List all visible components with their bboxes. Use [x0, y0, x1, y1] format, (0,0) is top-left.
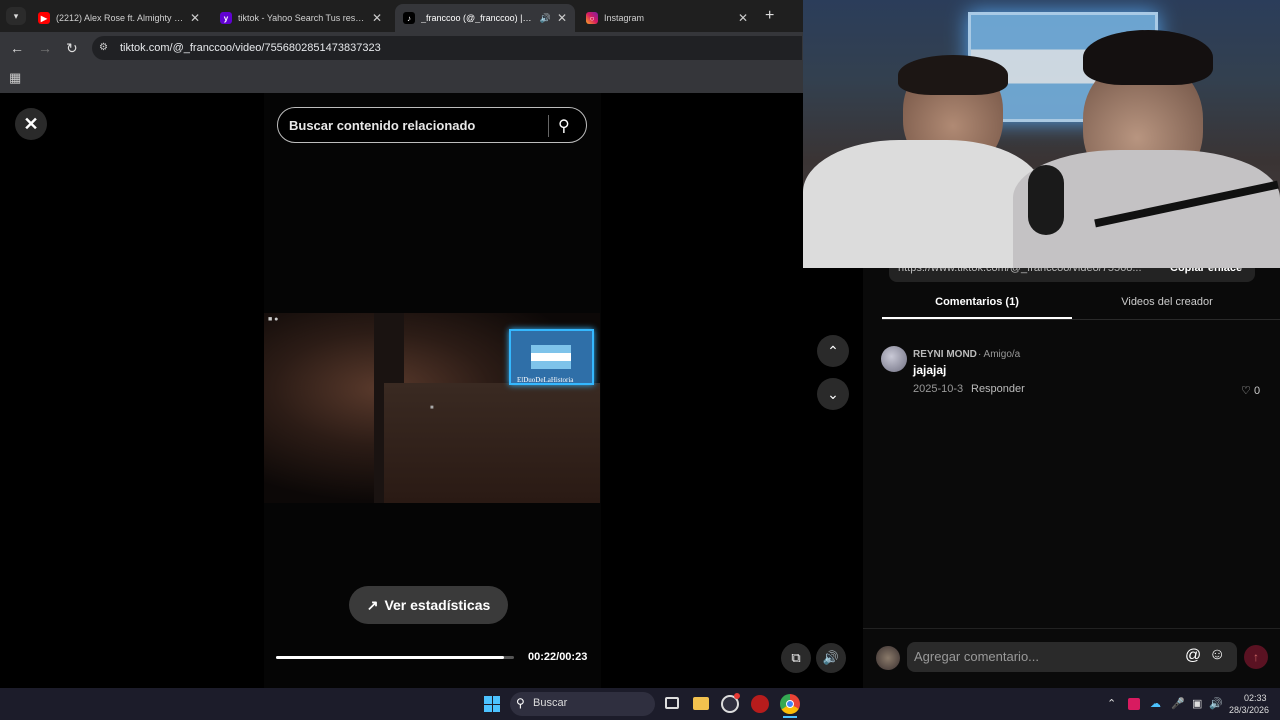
chevron-up-icon[interactable]: ⌃	[1107, 697, 1116, 710]
chevron-down-icon: ▾	[13, 10, 19, 21]
tab-instagram[interactable]: ○ Instagram ✕	[578, 4, 756, 32]
microphone-icon[interactable]: 🎤	[1171, 697, 1185, 710]
tray-app-icon[interactable]	[1128, 698, 1140, 710]
reply-button[interactable]: Responder	[971, 383, 1025, 395]
tab-comments[interactable]: Comentarios (1)	[882, 296, 1072, 308]
volume-button[interactable]: 🔊	[816, 643, 846, 673]
yahoo-icon: y	[220, 12, 232, 24]
related-search-input[interactable]: Buscar contenido relacionado ⚲	[277, 107, 587, 143]
heart-icon: ♡	[1241, 385, 1251, 397]
chart-icon: ↗	[366, 596, 379, 613]
network-icon[interactable]: ▣	[1192, 697, 1202, 710]
app-red-icon[interactable]	[751, 695, 769, 713]
person-right-hair	[1083, 30, 1213, 85]
crosshair: ■	[430, 405, 434, 411]
site-settings-icon[interactable]: ⚙	[99, 42, 108, 53]
tab-title: _franccoo (@_franccoo) | TikTo	[421, 13, 534, 23]
chevron-down-icon: ⌄	[827, 385, 839, 402]
instagram-icon: ○	[586, 12, 598, 24]
next-video-button[interactable]: ⌄	[817, 378, 849, 410]
taskbar-search-label: Buscar	[533, 697, 568, 709]
taskbar-search[interactable]: ⚲ Buscar	[510, 692, 655, 716]
clock-time[interactable]: 02:33	[1244, 693, 1267, 703]
clock-date[interactable]: 28/3/2026	[1229, 705, 1269, 715]
tab-title: (2212) Alex Rose ft. Almighty - Kh	[56, 13, 184, 23]
flag-image	[531, 345, 571, 369]
person-left-shirt	[803, 140, 1043, 268]
start-button[interactable]	[484, 696, 500, 712]
emoji-icon[interactable]: ☺	[1209, 646, 1225, 664]
close-video-button[interactable]: ✕	[15, 108, 47, 140]
close-icon[interactable]: ✕	[372, 11, 382, 25]
comment-text: jajajaj	[913, 363, 947, 377]
webcam-overlay	[803, 0, 1280, 268]
speaker-icon[interactable]: 🔊	[540, 13, 551, 24]
like-button[interactable]: ♡ 0	[1241, 384, 1260, 397]
active-app-indicator	[783, 716, 797, 718]
speaker-icon: 🔊	[822, 650, 840, 665]
tiktok-icon: ♪	[403, 12, 415, 24]
tab-creator-videos[interactable]: Videos del creador	[1072, 296, 1262, 308]
search-placeholder: Buscar contenido relacionado	[289, 118, 476, 133]
close-icon[interactable]: ✕	[557, 11, 567, 25]
search-divider	[548, 115, 549, 137]
tab-yahoo[interactable]: y tiktok - Yahoo Search Tus resultad ✕	[212, 4, 390, 32]
tab-tiktok[interactable]: ♪ _franccoo (@_franccoo) | TikTo 🔊 ✕	[395, 4, 575, 32]
bookmarks-bar	[0, 64, 803, 93]
avatar[interactable]	[881, 346, 907, 372]
comment-placeholder: Agregar comentario...	[914, 649, 1040, 664]
new-tab-button[interactable]: +	[765, 7, 774, 25]
reload-button[interactable]: ↻	[66, 40, 78, 57]
user-avatar	[876, 646, 900, 670]
video-indicator: ■ ●	[268, 316, 279, 323]
previous-video-button[interactable]: ⌃	[817, 335, 849, 367]
chevron-up-icon: ⌃	[827, 342, 839, 359]
apps-grid-icon[interactable]: ▦	[9, 70, 21, 86]
like-count: 0	[1253, 385, 1261, 397]
video-player[interactable]: ElDuoDeLaHistoria ■ ● ■	[264, 313, 600, 503]
tab-title: tiktok - Yahoo Search Tus resultad	[238, 13, 366, 23]
task-view-icon[interactable]	[665, 697, 679, 709]
file-explorer-icon[interactable]	[693, 697, 709, 710]
microphone	[1028, 165, 1064, 235]
close-icon[interactable]: ✕	[738, 11, 748, 25]
tab-title: Instagram	[604, 13, 645, 23]
tray-cloud-icon[interactable]: ☁	[1150, 697, 1161, 710]
youtube-icon: ▶	[38, 12, 50, 24]
video-progress-fill	[276, 656, 504, 659]
close-icon[interactable]: ✕	[190, 11, 200, 25]
view-stats-label: Ver estadísticas	[384, 597, 491, 613]
tab-youtube[interactable]: ▶ (2212) Alex Rose ft. Almighty - Kh ✕	[30, 4, 208, 32]
view-stats-button[interactable]: ↗ Ver estadísticas	[349, 586, 508, 624]
floating-player-button[interactable]: ⧉	[781, 643, 811, 673]
comment-date: 2025-10-3	[913, 383, 964, 395]
search-icon[interactable]: ⚲	[558, 116, 570, 136]
notification-dot	[734, 693, 740, 699]
tab-search-button[interactable]: ▾	[6, 7, 26, 25]
friend-badge: · Amigo/a	[978, 349, 1021, 360]
floor-area	[384, 383, 600, 503]
back-button[interactable]: ←	[10, 40, 24, 56]
arrow-up-icon: ↑	[1253, 650, 1259, 664]
url-text: tiktok.com/@_franccoo/video/755680285147…	[120, 42, 381, 54]
search-icon: ⚲	[516, 696, 525, 710]
stream-overlay-text: ElDuoDeLaHistoria	[517, 376, 574, 384]
video-time: 00:22/00:23	[528, 651, 588, 663]
tabs-divider	[882, 319, 1280, 320]
volume-icon[interactable]: 🔊	[1209, 697, 1223, 710]
video-progress-bar[interactable]	[276, 656, 514, 659]
comment-input[interactable]: Agregar comentario... @ ☺	[907, 642, 1237, 672]
person-left-hair	[898, 55, 1008, 95]
close-icon: ✕	[23, 113, 39, 134]
forward-button[interactable]: →	[38, 40, 52, 56]
mini-player-icon: ⧉	[791, 650, 801, 665]
post-comment-button[interactable]: ↑	[1244, 645, 1268, 669]
chrome-icon[interactable]	[780, 694, 800, 714]
comment-username[interactable]: REYNI MOND	[913, 349, 977, 360]
mention-icon[interactable]: @	[1185, 647, 1201, 665]
